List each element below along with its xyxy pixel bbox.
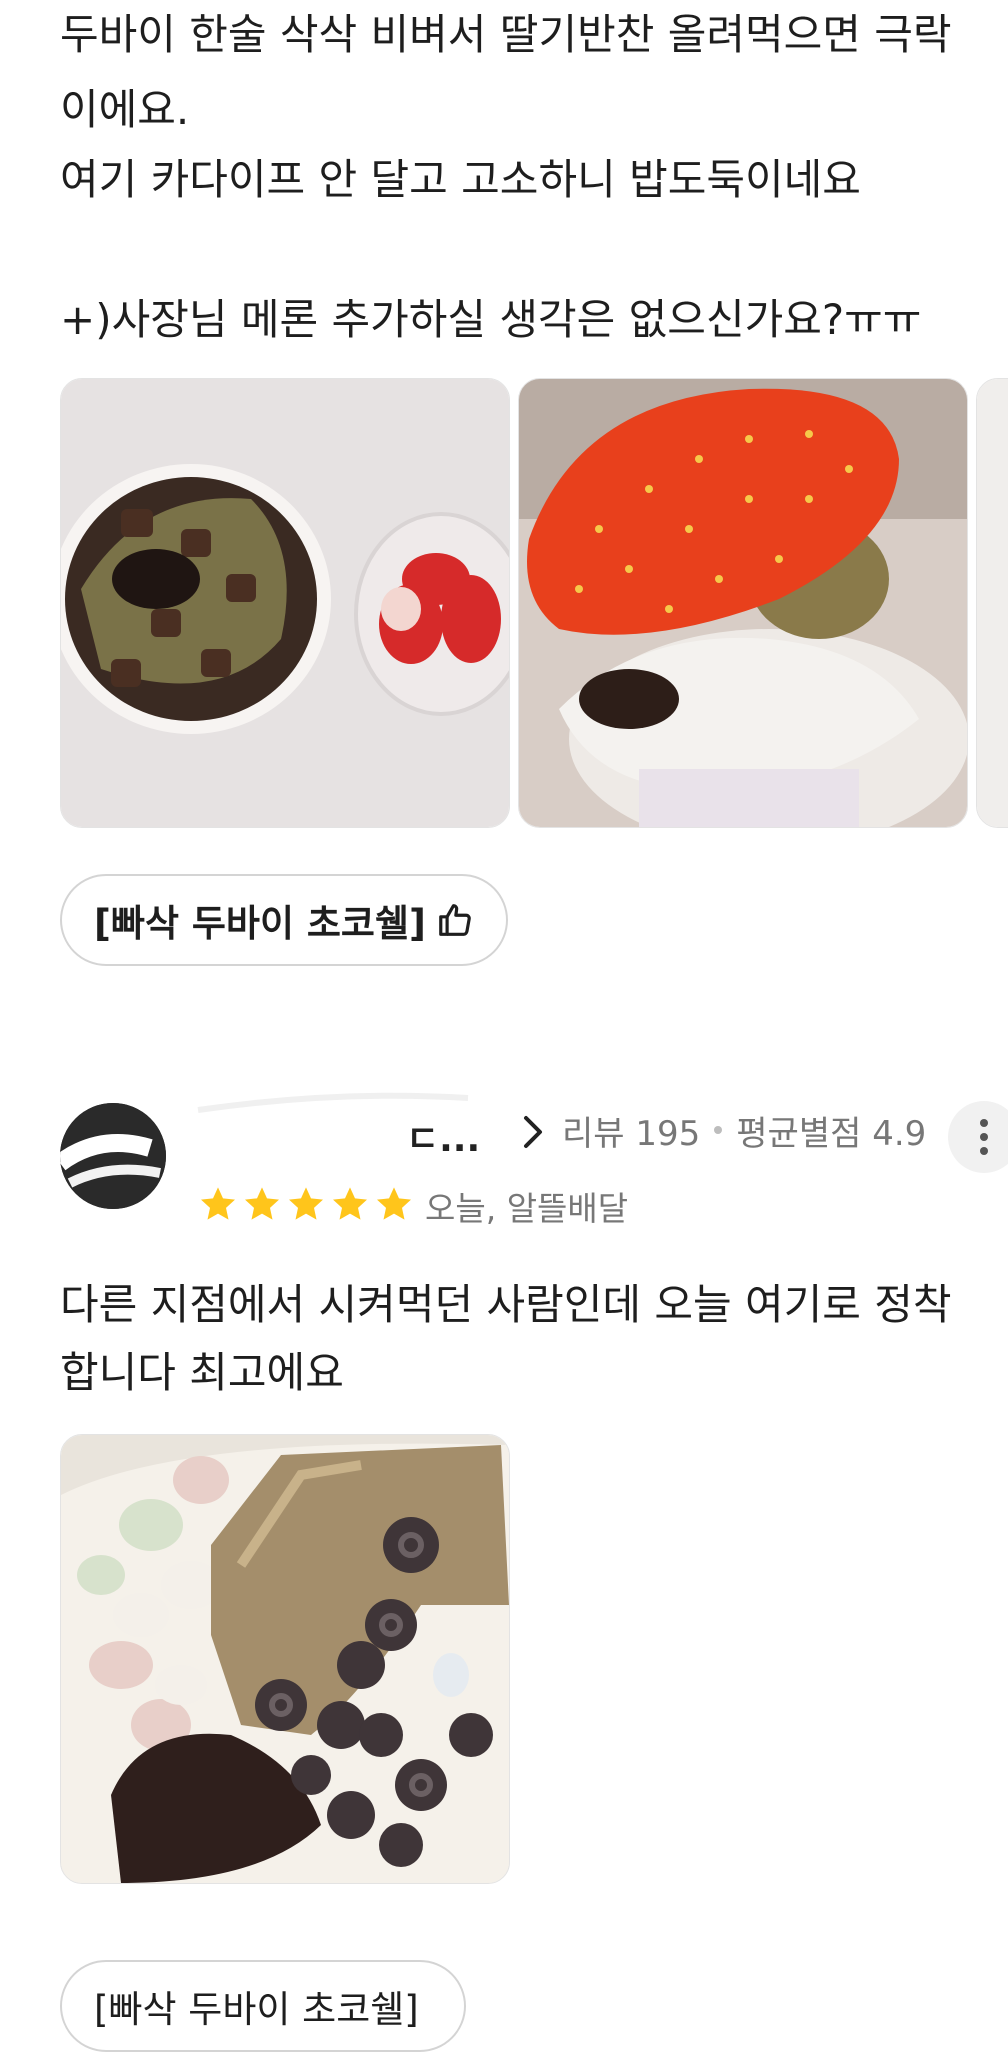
review-photo-dessert[interactable] <box>60 1434 510 1884</box>
thumbs-up-icon <box>439 904 471 936</box>
star-icon <box>245 1187 279 1220</box>
menu-tag-label: [빠삭 두바이 초코쉘] <box>94 902 426 945</box>
menu-tag-button[interactable]: [빠삭 두바이 초코쉘] <box>60 874 508 966</box>
review-photo-partial[interactable] <box>976 378 1008 828</box>
review-photo-bowl[interactable] <box>60 378 510 828</box>
review-photo-strawberry[interactable] <box>518 378 968 828</box>
review-text-line: 두바이 한술 삭삭 비벼서 딸기반찬 올려먹으면 극락 <box>60 10 952 59</box>
more-options-button[interactable] <box>948 1101 1008 1173</box>
chevron-right-icon[interactable] <box>520 1112 546 1152</box>
review-text-line: +)사장님 메론 추가하실 생각은 없으신가요?ㅠㅠ <box>60 295 922 344</box>
star-icon <box>333 1187 367 1220</box>
star-icon <box>377 1187 411 1220</box>
star-rating <box>198 1184 414 1224</box>
review-count: 리뷰 195 <box>562 1113 701 1154</box>
avatar[interactable] <box>60 1103 166 1209</box>
review-text-line: 이에요. <box>60 85 190 134</box>
review-text-line: 합니다 최고에요 <box>60 1348 344 1397</box>
author-name[interactable]: ㄷ... <box>406 1110 480 1162</box>
review-text-line: 다른 지점에서 시켜먹던 사람인데 오늘 여기로 정착 <box>60 1280 952 1329</box>
author-meta: 리뷰 195 평균별점 4.9 <box>562 1105 926 1155</box>
star-icon <box>201 1187 235 1220</box>
average-rating: 평균별점 4.9 <box>736 1113 927 1154</box>
star-icon <box>289 1187 323 1220</box>
review-text-line: 여기 카다이프 안 달고 고소하니 밥도둑이네요 <box>60 155 861 204</box>
separator-dot <box>714 1126 723 1134</box>
menu-tag-button[interactable]: [빠삭 두바이 초코쉘] <box>60 1960 466 2052</box>
menu-tag-label: [빠삭 두바이 초코쉘] <box>94 1988 419 2031</box>
delivery-info: 오늘, 알뜰배달 <box>425 1189 629 1228</box>
